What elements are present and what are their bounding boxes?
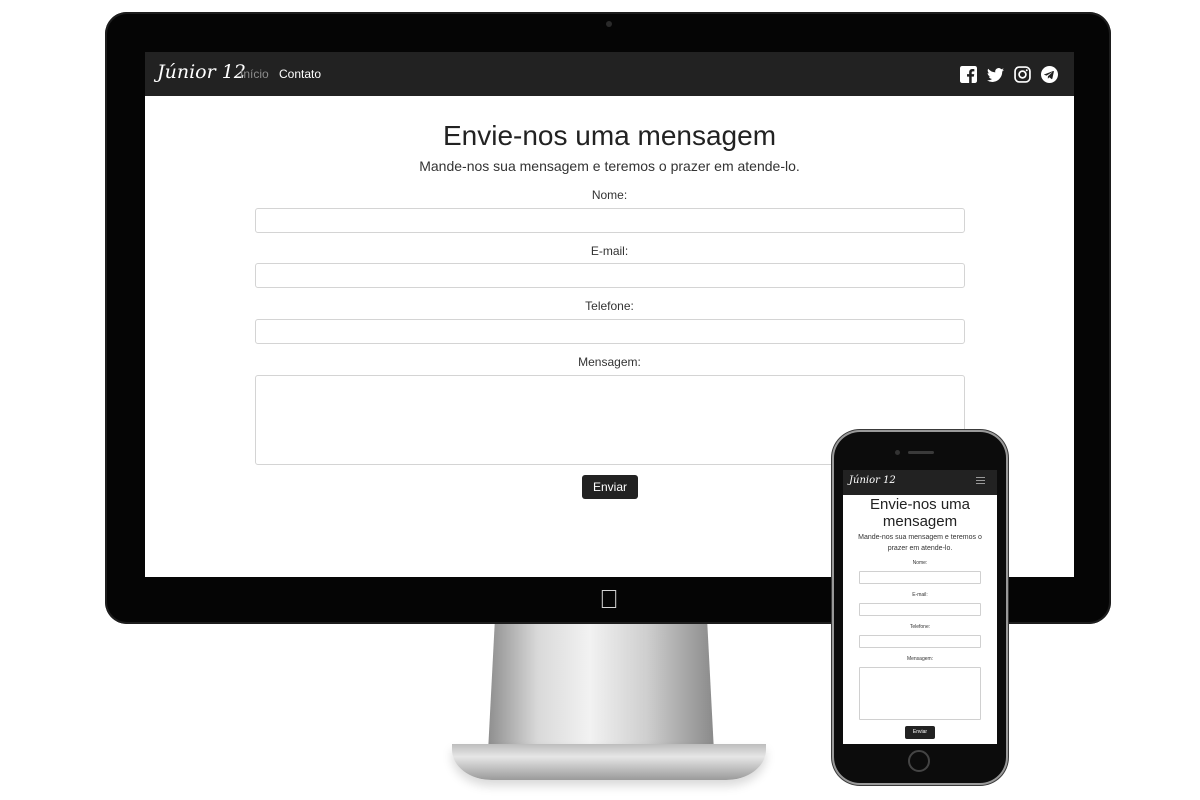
mobile-message-textarea[interactable] [859, 667, 981, 720]
name-input[interactable] [255, 208, 965, 233]
phone-label: Telefone: [585, 299, 634, 313]
phone-camera [895, 450, 900, 455]
submit-button[interactable]: Enviar [582, 475, 638, 499]
twitter-icon[interactable] [987, 66, 1004, 83]
message-label: Mensagem: [578, 355, 641, 369]
mobile-navbar: Júnior 12 [843, 470, 997, 495]
form-subtitle: Mande-nos sua mensagem e teremos o praze… [419, 158, 800, 174]
email-label: E-mail: [590, 244, 629, 258]
telegram-icon[interactable] [1041, 66, 1058, 83]
phone-speaker [908, 451, 934, 454]
desktop-navbar: Júnior 12 Início Contato [145, 52, 1074, 96]
form-title: Envie-nos uma mensagem [442, 120, 777, 151]
brand-logo[interactable]: Júnior 12 [157, 61, 246, 83]
mobile-submit-button[interactable]: Enviar [905, 726, 935, 739]
phone-home-button [908, 750, 930, 772]
monitor-stand-base [452, 744, 766, 780]
mobile-brand-logo[interactable]: Júnior 12 [849, 475, 896, 486]
nav-link-inicio[interactable]: Início [240, 67, 269, 81]
mobile-email-input[interactable] [859, 603, 981, 616]
monitor-stand-neck [488, 622, 714, 752]
phone-input[interactable] [255, 319, 965, 344]
apple-logo-icon:  [598, 586, 620, 612]
mobile-phone-input[interactable] [859, 635, 981, 648]
email-input[interactable] [255, 263, 965, 288]
name-label: Nome: [591, 188, 628, 202]
mobile-form-title: Envie-nos uma mensagem [869, 496, 971, 530]
nav-link-contato[interactable]: Contato [279, 67, 321, 81]
mobile-email-label: E-mail: [912, 592, 928, 598]
mobile-name-label: Nome: [912, 560, 928, 566]
instagram-icon[interactable] [1014, 66, 1031, 83]
mobile-name-input[interactable] [859, 571, 981, 584]
monitor-camera [606, 21, 612, 27]
mobile-message-label: Mensagem: [906, 656, 934, 662]
hamburger-menu-icon[interactable] [976, 477, 985, 486]
mobile-screen: Júnior 12 Envie-nos uma mensagem Mande-n… [843, 470, 997, 744]
mobile-phone-label: Telefone: [909, 624, 931, 630]
facebook-icon[interactable] [960, 66, 977, 83]
mobile-form-subtitle: Mande-nos sua mensagem e teremos o praze… [858, 534, 982, 552]
